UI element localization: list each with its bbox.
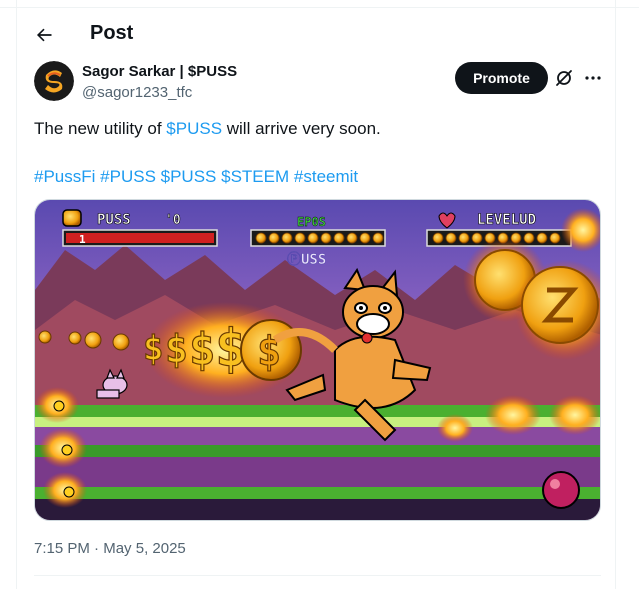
page-title: Post	[90, 22, 134, 44]
post-time[interactable]: 7:15 PM	[34, 540, 90, 557]
author-handle[interactable]: @sagor1233_tfc	[82, 84, 192, 101]
hashtag-line: #PussFi #PUSS $PUSS $STEEM #steemit	[34, 167, 358, 187]
post-text: The new utility of $PUSS will arrive ver…	[34, 119, 381, 139]
svg-text:$: $	[189, 324, 216, 375]
arrow-left-icon	[36, 28, 52, 42]
hud-health-value: 1	[79, 233, 86, 246]
svg-text:$: $	[143, 329, 163, 369]
author-name[interactable]: Sagor Sarkar | $PUSS	[82, 63, 237, 80]
post-image[interactable]: PUSS '0 1 EP0S ⓅUSS LEVELUD $ $ $ $ $	[34, 199, 601, 521]
post-text-before: The new utility of	[34, 119, 167, 138]
hashtag-link[interactable]: #PUSS	[100, 167, 156, 186]
hashtag-link[interactable]: #steemit	[294, 167, 358, 186]
hud-score-value: '0	[165, 213, 181, 228]
hud-center-text: ⓅUSS	[287, 251, 326, 268]
post-header: Post	[17, 14, 617, 52]
post-date[interactable]: May 5, 2025	[103, 540, 186, 557]
author-avatar[interactable]	[34, 61, 74, 101]
more-options-icon[interactable]	[583, 68, 603, 88]
hud-brand-text: EP0S	[297, 215, 326, 229]
hashtag-link[interactable]: #PussFi	[34, 167, 95, 186]
post-timestamp: 7:15 PM · May 5, 2025	[34, 540, 186, 557]
post-text-after: will arrive very soon.	[222, 119, 381, 138]
cashtag-link[interactable]: $PUSS	[161, 167, 217, 186]
svg-text:$: $	[165, 327, 188, 371]
bottom-divider	[34, 575, 601, 576]
cashtag-link[interactable]: $STEEM	[221, 167, 289, 186]
hud-level-label: LEVELUD	[477, 212, 536, 228]
post-column: Post Sagor Sarkar | $PUSS @sagor1233_tfc…	[16, 0, 616, 589]
timestamp-separator: ·	[89, 540, 104, 557]
grok-icon[interactable]	[554, 68, 574, 88]
hud-score-label: PUSS	[97, 212, 131, 228]
back-button[interactable]	[27, 18, 61, 52]
promote-button[interactable]: Promote	[455, 62, 548, 94]
cashtag-link[interactable]: $PUSS	[166, 119, 222, 138]
